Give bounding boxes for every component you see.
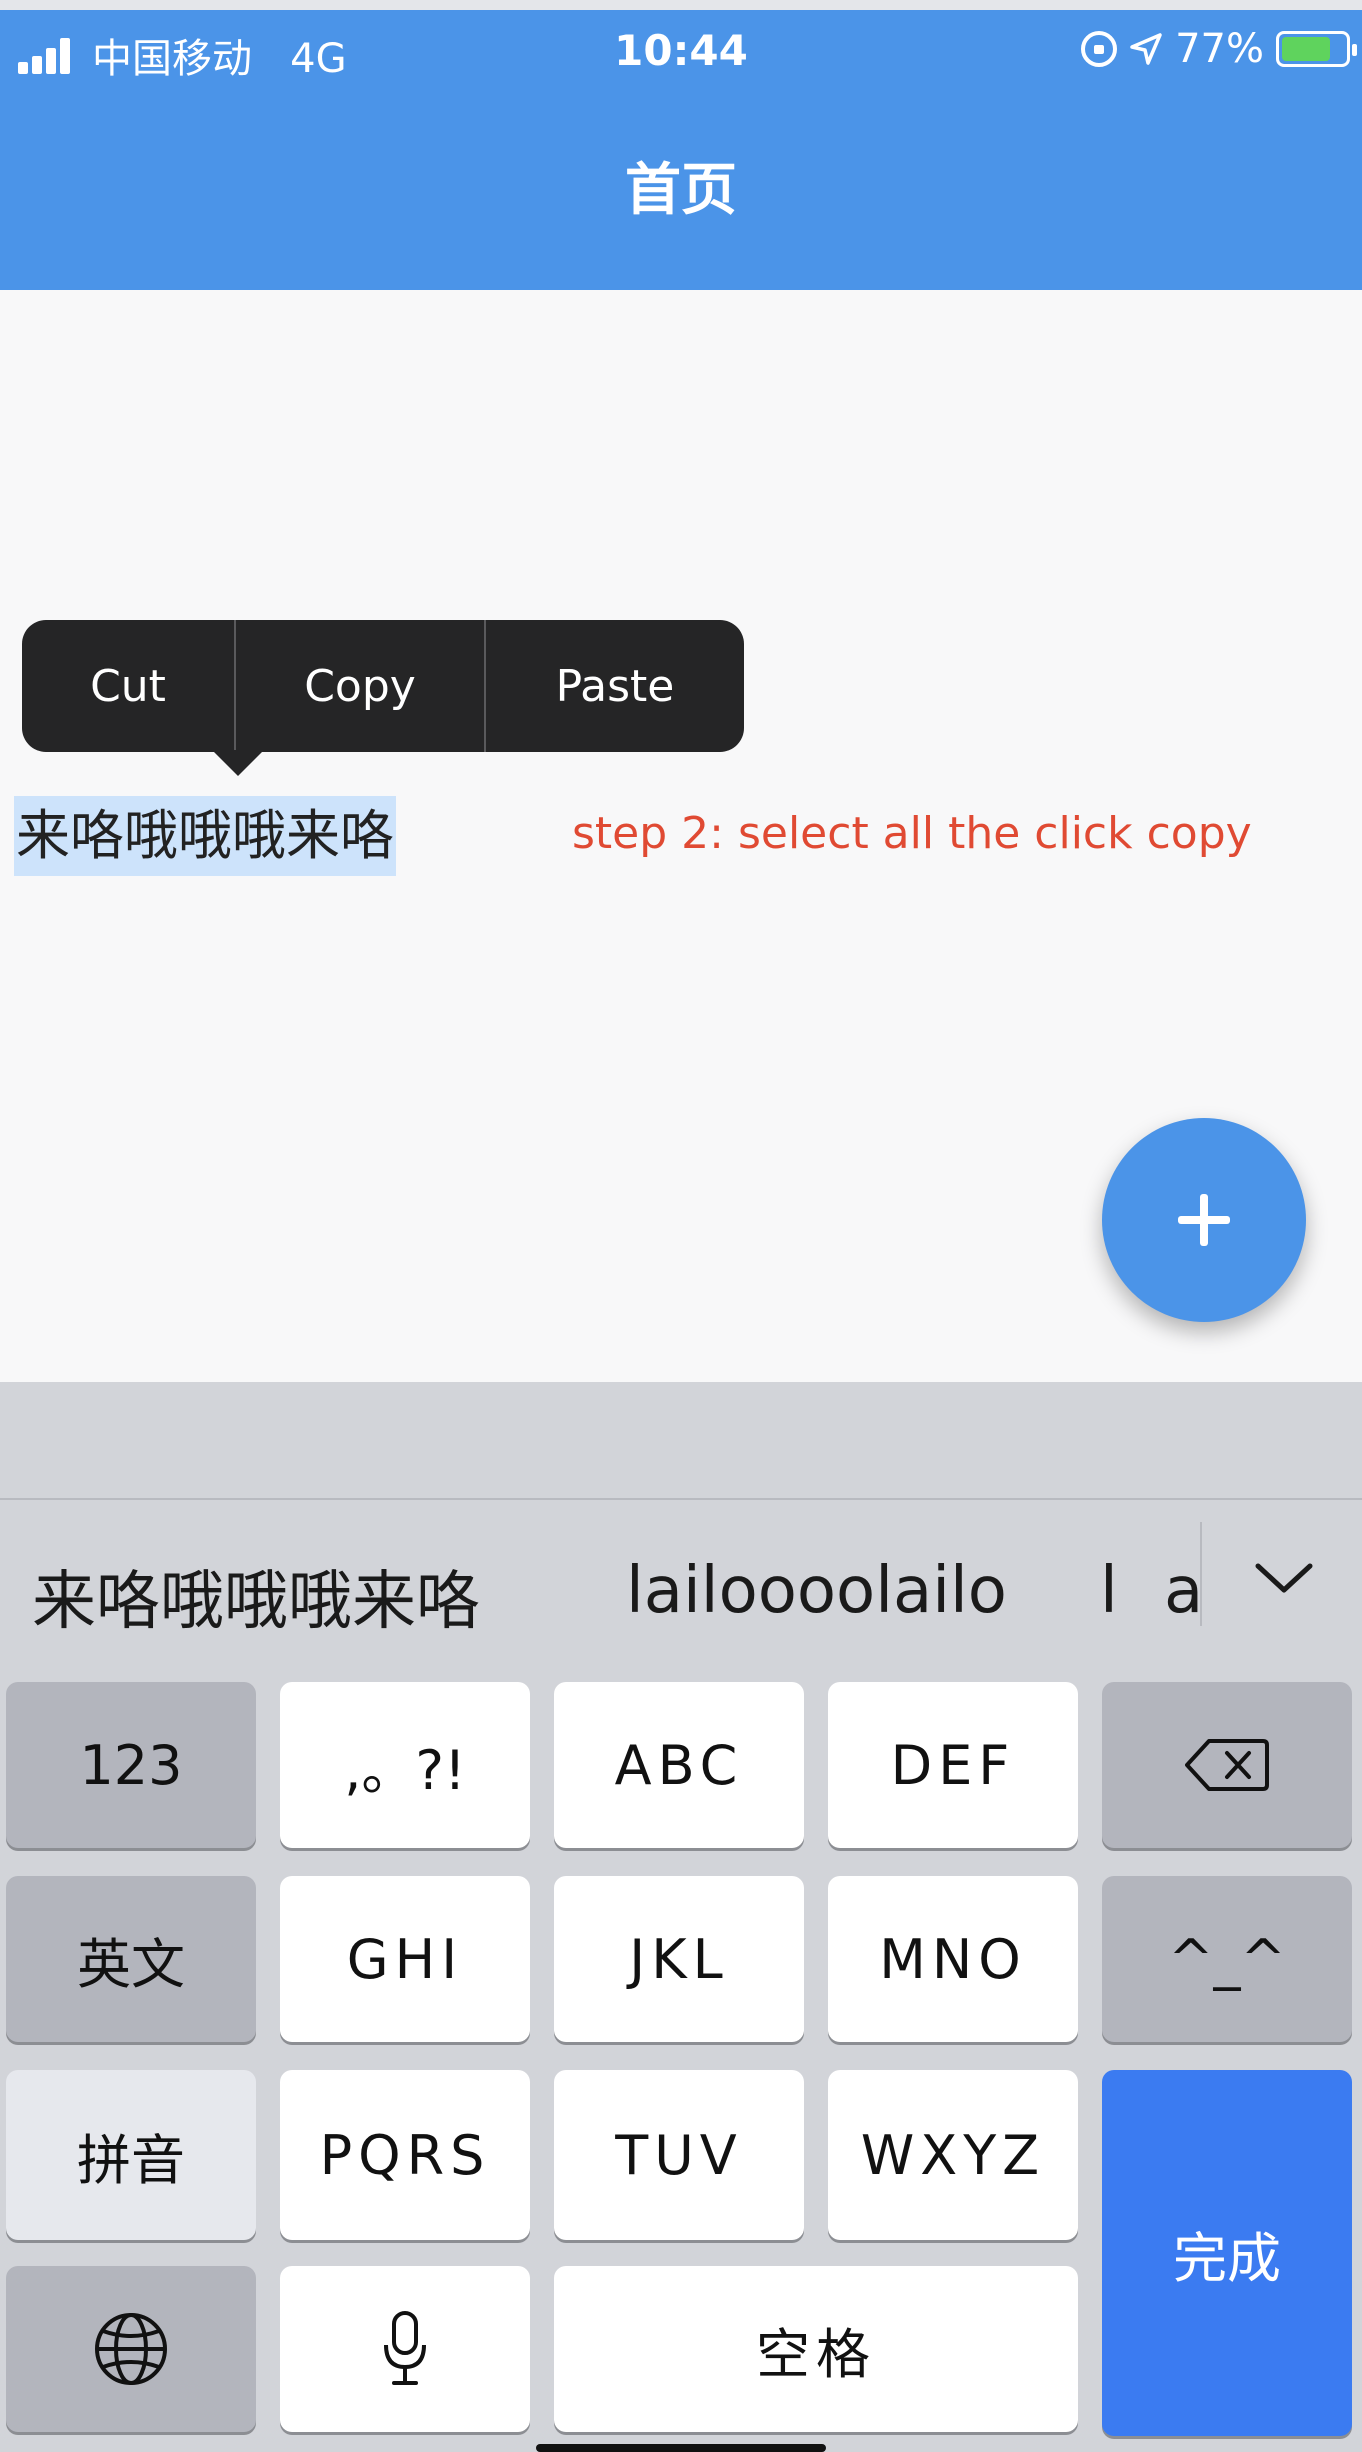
key-label: PQRS — [319, 2123, 491, 2187]
selected-text[interactable]: 来咯哦哦哦来咯 — [14, 796, 396, 876]
add-button[interactable] — [1102, 1118, 1306, 1322]
key-ghi[interactable]: GHI — [280, 1876, 530, 2042]
globe-key[interactable] — [6, 2266, 256, 2432]
status-bar-edge — [0, 0, 1362, 10]
text-context-menu: Cut Copy Paste — [22, 620, 744, 776]
annotation-text: step 2: select all the click copy — [572, 808, 1252, 859]
key-label: MNO — [879, 1927, 1027, 1991]
keyboard-top-bar — [0, 1382, 1362, 1498]
key-english[interactable]: 英文 — [6, 1876, 256, 2042]
microphone-icon — [384, 2311, 426, 2385]
key-pinyin[interactable]: 拼音 — [6, 2070, 256, 2240]
status-right: 77% — [1081, 26, 1357, 72]
key-wxyz[interactable]: WXYZ — [828, 2070, 1078, 2240]
battery-icon — [1276, 31, 1357, 67]
candidate-divider — [1200, 1522, 1202, 1626]
key-emoticon[interactable]: ^_^ — [1102, 1876, 1352, 2042]
key-label: JKL — [629, 1927, 729, 1991]
key-label: TUV — [615, 2123, 743, 2187]
key-jkl[interactable]: JKL — [554, 1876, 804, 2042]
key-abc[interactable]: ABC — [554, 1682, 804, 1848]
delete-key[interactable] — [1102, 1682, 1352, 1848]
key-label: 空格 — [756, 2322, 876, 2386]
cut-button[interactable]: Cut — [22, 620, 234, 752]
key-label: GHI — [346, 1927, 464, 1991]
key-punctuation[interactable]: ,。?! — [280, 1682, 530, 1848]
candidate-3[interactable]: l — [1100, 1554, 1118, 1628]
key-123[interactable]: 123 — [6, 1682, 256, 1848]
copy-button[interactable]: Copy — [236, 620, 484, 752]
candidate-4[interactable]: a — [1164, 1554, 1203, 1628]
globe-icon — [95, 2313, 167, 2385]
app-header: 中国移动 4G 10:44 77% 首页 — [0, 0, 1362, 290]
page-title: 首页 — [625, 158, 737, 223]
location-icon — [1129, 32, 1163, 66]
key-label: WXYZ — [860, 2123, 1046, 2187]
key-label: ABC — [614, 1733, 744, 1797]
keyboard: 来咯哦哦哦来咯 lailoooolailo l a 123 ,。?! ABC D… — [0, 1382, 1362, 2452]
paste-button[interactable]: Paste — [486, 620, 744, 752]
key-mno[interactable]: MNO — [828, 1876, 1078, 2042]
key-tuv[interactable]: TUV — [554, 2070, 804, 2240]
orientation-lock-icon — [1081, 31, 1118, 67]
chevron-down-icon[interactable] — [1252, 1558, 1316, 1598]
key-label: DEF — [890, 1733, 1016, 1797]
backspace-icon — [1185, 1739, 1269, 1791]
menu-pointer — [212, 750, 264, 776]
battery-percent: 77% — [1175, 26, 1264, 72]
battery-fill — [1282, 37, 1330, 61]
key-def[interactable]: DEF — [828, 1682, 1078, 1848]
key-pqrs[interactable]: PQRS — [280, 2070, 530, 2240]
done-button[interactable]: 完成 — [1102, 2070, 1352, 2436]
keyboard-divider — [0, 1498, 1362, 1500]
candidate-1[interactable]: 来咯哦哦哦来咯 — [32, 1550, 480, 1642]
status-bar: 中国移动 4G 10:44 77% — [0, 10, 1362, 90]
home-indicator — [536, 2444, 826, 2452]
candidate-2[interactable]: lailoooolailo — [626, 1554, 1007, 1628]
microphone-key[interactable] — [280, 2266, 530, 2432]
space-key[interactable]: 空格 — [554, 2266, 1078, 2432]
